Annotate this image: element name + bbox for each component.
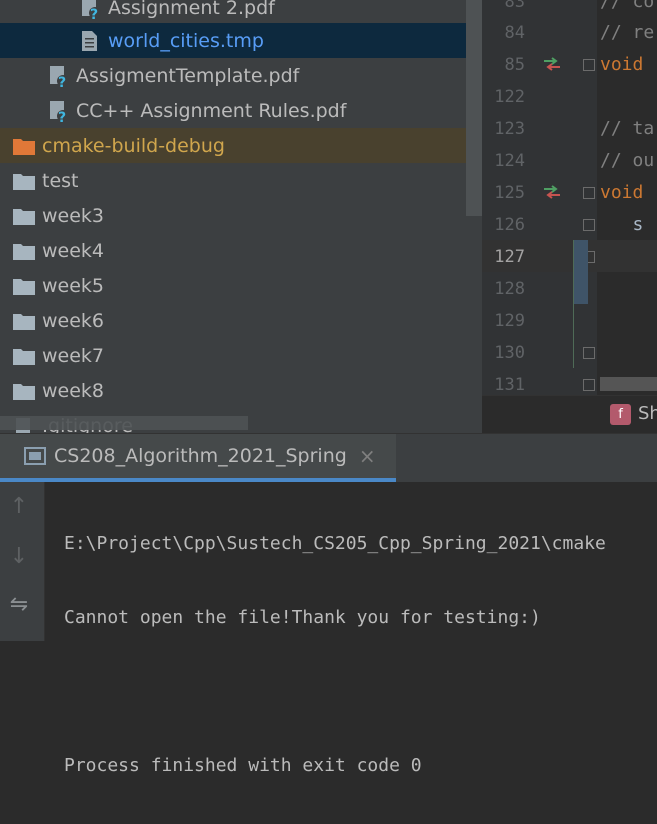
line-number: 128	[494, 279, 525, 299]
tree-item-label: week8	[42, 379, 105, 402]
implementation-marker-icon[interactable]	[542, 57, 562, 71]
fold-marker-icon[interactable]	[583, 347, 595, 359]
tree-item-week4[interactable]: week4	[0, 233, 482, 268]
close-tab-icon[interactable]: ×	[359, 444, 376, 468]
fold-marker-icon[interactable]	[583, 379, 595, 391]
folder-icon	[12, 239, 36, 263]
tree-item-label: week7	[42, 344, 105, 367]
line-number: 123	[494, 119, 525, 139]
svg-text:?: ?	[58, 75, 66, 88]
line-number-current: 127	[494, 247, 525, 267]
tree-item-label: world_cities.tmp	[108, 29, 264, 52]
line-number: 83	[504, 0, 525, 12]
console-window-icon	[24, 446, 48, 466]
tree-item-assignment-2-pdf[interactable]: ? Assignment 2.pdf	[0, 0, 482, 25]
tree-item-label: cmake-build-debug	[42, 134, 225, 157]
run-tab[interactable]: CS208_Algorithm_2021_Spring ×	[0, 434, 396, 482]
pdf-file-icon: ?	[46, 99, 70, 123]
code-line: // co	[600, 0, 655, 12]
tree-item-cc-assignment-rules-pdf[interactable]: ? CC++ Assignment Rules.pdf	[0, 93, 482, 128]
scroll-down-icon[interactable]: ↓	[6, 544, 32, 570]
tree-item-label: week3	[42, 204, 105, 227]
fold-marker-icon[interactable]	[583, 187, 595, 199]
project-tree-panel: ? Assignment 2.pdf world_cities.tmp ? As…	[0, 0, 482, 433]
console-line: Cannot open the file!Thank you for testi…	[64, 607, 541, 628]
code-line: void	[600, 54, 644, 75]
tree-item-test[interactable]: test	[0, 163, 482, 198]
line-number: 129	[494, 311, 525, 331]
text-file-icon	[78, 29, 102, 53]
tree-item-week6[interactable]: week6	[0, 303, 482, 338]
run-tool-window: CS208_Algorithm_2021_Spring × ↑ ↓ ⇋ E:\P…	[0, 433, 657, 776]
svg-text:?: ?	[90, 7, 98, 20]
pdf-file-icon: ?	[78, 0, 102, 20]
soft-wrap-icon[interactable]: ⇋	[6, 592, 32, 618]
code-line: // ta	[600, 118, 655, 139]
run-tab-bar: CS208_Algorithm_2021_Spring ×	[0, 434, 657, 482]
tree-item-label: Assignment 2.pdf	[108, 0, 275, 19]
function-icon: f	[610, 404, 631, 425]
tree-item-label: week6	[42, 309, 105, 332]
implementation-marker-icon[interactable]	[542, 185, 562, 199]
line-number: 126	[494, 215, 525, 235]
pdf-file-icon: ?	[46, 64, 70, 88]
folder-icon	[12, 204, 36, 228]
tree-item-week7[interactable]: week7	[0, 338, 482, 373]
folder-icon	[12, 379, 36, 403]
console-line: E:\Project\Cpp\Sustech_CS205_Cpp_Spring_…	[64, 533, 606, 554]
excluded-folder-icon	[12, 134, 36, 158]
code-line: s	[600, 214, 644, 235]
breadcrumb-function-name[interactable]: Sh	[638, 403, 657, 424]
line-number: 122	[494, 87, 525, 107]
tree-item-week3[interactable]: week3	[0, 198, 482, 233]
code-line: void	[600, 182, 644, 203]
scroll-up-icon[interactable]: ↑	[6, 494, 32, 520]
vcs-change-marker	[574, 240, 588, 304]
code-line: // ou	[600, 150, 655, 171]
tree-item-cmake-build-debug[interactable]: cmake-build-debug	[0, 128, 482, 163]
tree-item-assigmenttemplate-pdf[interactable]: ? AssigmentTemplate.pdf	[0, 58, 482, 93]
run-tab-label: CS208_Algorithm_2021_Spring	[54, 445, 347, 467]
line-number: 85	[504, 55, 525, 75]
code-line: // re	[600, 22, 655, 43]
line-number: 124	[494, 151, 525, 171]
tree-vertical-scrollbar[interactable]	[466, 0, 482, 216]
tree-item-label: week4	[42, 239, 105, 262]
tree-item-week5[interactable]: week5	[0, 268, 482, 303]
fold-marker-icon[interactable]	[583, 219, 595, 231]
tree-item-world-cities-tmp[interactable]: world_cities.tmp	[0, 23, 482, 58]
folder-icon	[12, 274, 36, 298]
line-number: 125	[494, 183, 525, 203]
tree-item-label: AssigmentTemplate.pdf	[76, 64, 300, 87]
line-number: 130	[494, 343, 525, 363]
folder-icon	[12, 169, 36, 193]
indent-guide	[573, 240, 574, 368]
tree-item-label: week5	[42, 274, 105, 297]
console-output[interactable]: E:\Project\Cpp\Sustech_CS205_Cpp_Spring_…	[64, 486, 657, 776]
code-editor[interactable]: 83 84 85 122 123 124 125 126 127 128 129…	[482, 0, 657, 433]
code-scroll-marker	[600, 377, 657, 391]
line-number: 84	[504, 23, 525, 43]
svg-text:?: ?	[58, 110, 66, 123]
console-line: Process finished with exit code 0	[64, 755, 422, 776]
tree-item-label: CC++ Assignment Rules.pdf	[76, 99, 347, 122]
tree-item-week8[interactable]: week8	[0, 373, 482, 408]
fold-marker-icon[interactable]	[583, 59, 595, 71]
folder-icon	[12, 344, 36, 368]
run-toolbar: ↑ ↓ ⇋	[0, 482, 45, 641]
folder-icon	[12, 309, 36, 333]
line-number: 131	[494, 375, 525, 395]
tree-item-label: test	[42, 169, 79, 192]
tree-horizontal-scrollbar[interactable]	[0, 416, 248, 430]
